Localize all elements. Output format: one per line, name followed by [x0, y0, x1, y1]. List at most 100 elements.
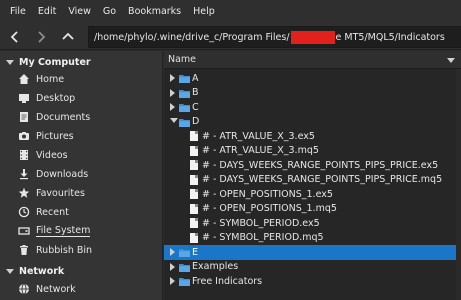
chevron-right-icon [38, 31, 46, 43]
folder-icon [179, 104, 190, 112]
expander-right-icon[interactable] [170, 88, 178, 97]
menu-view[interactable]: View [62, 0, 97, 24]
sidebar-item-videos[interactable]: Videos [0, 146, 163, 164]
folder-icon [179, 118, 190, 127]
sidebar-item-label: Favourites [36, 187, 85, 199]
file-list: Name A B C D # - ATR_VALUE_X_3.ex5 # - ATR_VA… [164, 51, 461, 300]
clock-icon [18, 206, 30, 218]
file-name: # - ATR_VALUE_X_3.ex5 [202, 130, 315, 142]
sidebar-item-pictures[interactable]: Pictures [0, 127, 163, 145]
expander-down-icon [6, 59, 14, 65]
scrollbar[interactable] [456, 69, 461, 300]
sidebar-item-home[interactable]: Home [0, 70, 163, 88]
file-icon [190, 174, 198, 185]
sidebar-item-label: Downloads [36, 168, 89, 180]
folder-name: B [192, 87, 199, 99]
file-name: # - DAYS_WEEKS_RANGE_POINTS_PIPS_PRICE.m… [202, 174, 443, 186]
expander-right-icon[interactable] [170, 277, 178, 285]
location-path-prefix: /home/phylo/.wine/drive_c/Program Files/ [94, 31, 290, 43]
folder-row[interactable]: Free Indicators [164, 274, 456, 289]
expander-right-icon[interactable] [170, 74, 178, 82]
file-row[interactable]: # - SYMBOL_PERIOD.mq5 [164, 231, 456, 246]
file-icon [190, 189, 198, 199]
desktop-icon [18, 92, 30, 104]
file-name: # - OPEN_POSITIONS_1.ex5 [202, 188, 333, 200]
folder-icon [179, 75, 190, 83]
menu-edit[interactable]: Edit [32, 0, 62, 24]
folder-icon [179, 89, 190, 98]
file-row[interactable]: # - ATR_VALUE_X_3.ex5 [164, 129, 456, 144]
film-icon [18, 149, 30, 161]
folder-row[interactable]: Examples [164, 260, 456, 275]
forward-button[interactable] [30, 27, 52, 47]
sidebar-item-label: Rubbish Bin [36, 244, 93, 256]
sidebar-header-label: My Computer [19, 56, 91, 68]
trash-icon [18, 244, 30, 256]
file-name: # - SYMBOL_PERIOD.ex5 [202, 217, 320, 229]
menu-bookmarks[interactable]: Bookmarks [122, 0, 187, 24]
folder-icon [179, 249, 190, 257]
sidebar-item-documents[interactable]: Documents [0, 108, 163, 126]
globe-icon [18, 283, 30, 295]
sidebar-header-label: Network [19, 265, 65, 277]
file-row[interactable]: # - SYMBOL_PERIOD.ex5 [164, 216, 456, 231]
file-row[interactable]: # - ATR_VALUE_X_3.mq5 [164, 144, 456, 159]
sidebar-item-network[interactable]: Network [0, 280, 163, 298]
folder-row[interactable]: E [164, 245, 456, 260]
folder-name: C [192, 101, 199, 113]
sidebar-item-downloads[interactable]: Downloads [0, 165, 163, 183]
expander-down-icon [6, 268, 14, 274]
sidebar-item-label: Videos [36, 149, 68, 161]
menu-help[interactable]: Help [187, 0, 221, 24]
sidebar-item-label: Pictures [36, 130, 74, 142]
document-icon [18, 111, 30, 123]
sidebar-item-label: Network [36, 283, 76, 295]
file-row[interactable]: # - DAYS_WEEKS_RANGE_POINTS_PIPS_PRICE.m… [164, 173, 456, 188]
folder-row[interactable]: D [164, 115, 456, 130]
sidebar: My Computer Home Desktop Documents Pictu… [0, 51, 163, 300]
sidebar-item-recent[interactable]: Recent [0, 203, 163, 221]
expander-right-icon[interactable] [170, 262, 178, 271]
sidebar-item-label: Desktop [36, 92, 76, 104]
file-icon [190, 131, 198, 141]
star-icon [18, 187, 30, 199]
expander-right-icon[interactable] [170, 103, 178, 111]
download-icon [18, 168, 30, 180]
file-icon [190, 160, 198, 170]
file-icon [190, 203, 198, 214]
file-icon [190, 232, 198, 243]
column-header-label: Name [168, 54, 197, 65]
folder-name: D [192, 116, 200, 128]
location-bar[interactable]: /home/phylo/.wine/drive_c/Program Files/… [88, 26, 461, 48]
folder-row[interactable]: C [164, 100, 456, 115]
sidebar-item-label: Home [36, 73, 65, 85]
sidebar-header-network[interactable]: Network [0, 262, 163, 280]
file-row[interactable]: # - OPEN_POSITIONS_1.ex5 [164, 187, 456, 202]
menu-file[interactable]: File [4, 0, 32, 24]
sidebar-item-rubbish-bin[interactable]: Rubbish Bin [0, 241, 163, 259]
location-path-suffix: e MT5/MQL5/Indicators [335, 31, 445, 43]
column-header-name[interactable]: Name [164, 51, 461, 69]
back-button[interactable] [4, 27, 26, 47]
expander-right-icon[interactable] [170, 248, 178, 256]
file-name: # - ATR_VALUE_X_3.mq5 [202, 145, 319, 157]
redaction-block [290, 30, 335, 44]
menu-go[interactable]: Go [97, 0, 122, 24]
file-row[interactable]: # - OPEN_POSITIONS_1.mq5 [164, 202, 456, 217]
folder-name: A [192, 72, 199, 84]
sort-descending-icon [447, 58, 455, 63]
file-row[interactable]: # - DAYS_WEEKS_RANGE_POINTS_PIPS_PRICE.e… [164, 158, 456, 173]
chevron-up-icon [62, 32, 74, 40]
sidebar-item-desktop[interactable]: Desktop [0, 89, 163, 107]
sidebar-item-label: Recent [36, 206, 69, 218]
folder-name: Free Indicators [192, 275, 263, 287]
folder-row[interactable]: A [164, 71, 456, 86]
sidebar-header-my-computer[interactable]: My Computer [0, 53, 163, 71]
sidebar-item-file-system[interactable]: File System [0, 222, 163, 240]
toolbar: /home/phylo/.wine/drive_c/Program Files/… [0, 24, 461, 50]
expander-down-icon[interactable] [170, 117, 178, 126]
folder-row[interactable]: B [164, 86, 456, 101]
sidebar-item-favourites[interactable]: Favourites [0, 184, 163, 202]
sidebar-item-label: File System [36, 225, 91, 237]
up-button[interactable] [57, 27, 79, 47]
